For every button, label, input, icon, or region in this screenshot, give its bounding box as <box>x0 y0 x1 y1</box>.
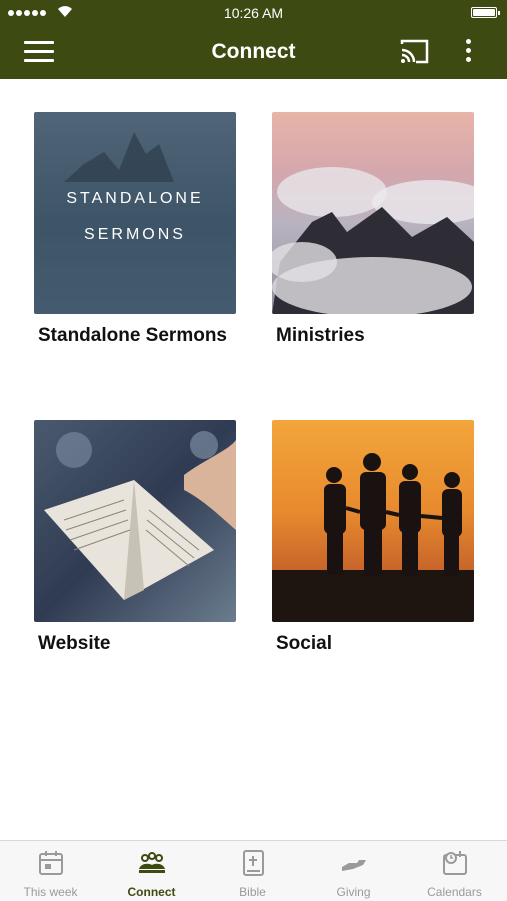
standalone-overlay-line1: STANDALONE <box>66 190 204 207</box>
standalone-overlay-line2: SERMONS <box>84 226 186 243</box>
cast-icon[interactable] <box>398 38 430 66</box>
ministries-image <box>272 112 474 314</box>
tab-connect[interactable]: Connect <box>101 841 202 901</box>
bottom-tab-bar: This week Connect Bible Giving Calendars <box>0 840 507 901</box>
more-options-icon[interactable] <box>464 39 472 67</box>
page-title: Connect <box>211 40 296 63</box>
tile-ministries[interactable]: Ministries <box>272 112 482 372</box>
tab-calendars[interactable]: Calendars <box>404 841 505 901</box>
tab-label: Bible <box>239 885 266 899</box>
standalone-sermons-image: STANDALONE SERMONS <box>34 112 236 314</box>
tile-label: Website <box>38 633 111 654</box>
toolbar: Connect <box>0 26 507 79</box>
tile-social[interactable]: Social <box>272 420 482 660</box>
social-image <box>272 420 474 622</box>
status-time: 10:26 AM <box>223 5 284 21</box>
tab-this-week[interactable]: This week <box>0 841 101 901</box>
tab-label: Connect <box>127 885 176 899</box>
calendar-clock-icon <box>443 851 467 875</box>
status-bar: 10:26 AM <box>0 0 507 26</box>
tab-label: Calendars <box>427 885 482 899</box>
tab-label: Giving <box>336 885 371 899</box>
tile-label: Ministries <box>276 325 365 346</box>
calendar-icon <box>39 851 63 875</box>
tile-label: Social <box>276 633 332 654</box>
tab-label: This week <box>23 885 78 899</box>
website-image <box>34 420 236 622</box>
giving-hand-icon <box>342 860 366 871</box>
app-header: 10:26 AM Connect <box>0 0 507 79</box>
tile-standalone-sermons[interactable]: STANDALONE SERMONS Standalone Sermons <box>34 112 244 372</box>
tab-giving[interactable]: Giving <box>303 841 404 901</box>
tab-bible[interactable]: Bible <box>202 841 303 901</box>
tile-website[interactable]: Website <box>34 420 244 660</box>
people-icon <box>139 852 165 873</box>
bible-icon <box>243 850 264 876</box>
battery-icon <box>471 7 500 18</box>
tile-label: Standalone Sermons <box>38 325 227 346</box>
